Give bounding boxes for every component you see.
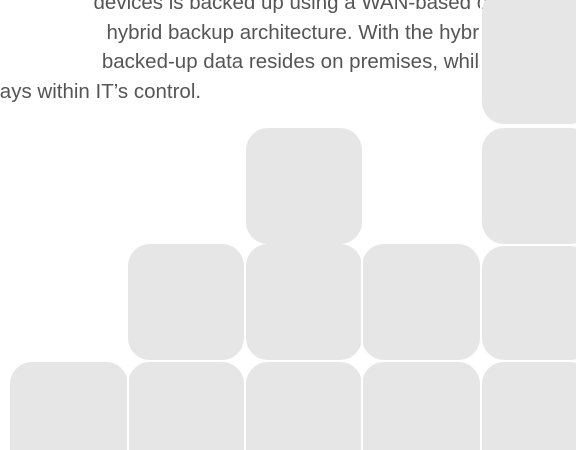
decorative-block [362,362,480,450]
decorative-block [482,362,576,450]
document-page: devices is backed up using a WAN-based o… [0,0,576,450]
decorative-block [362,244,480,360]
decorative-block [482,246,576,360]
decorative-block [128,362,244,450]
decorative-block [246,128,362,244]
decorative-block [246,244,362,360]
decorative-block [10,362,128,450]
decorative-block [246,362,362,450]
decorative-block [482,128,576,244]
decorative-block-pattern [10,0,576,450]
decorative-block [128,244,244,360]
decorative-block [482,0,576,124]
